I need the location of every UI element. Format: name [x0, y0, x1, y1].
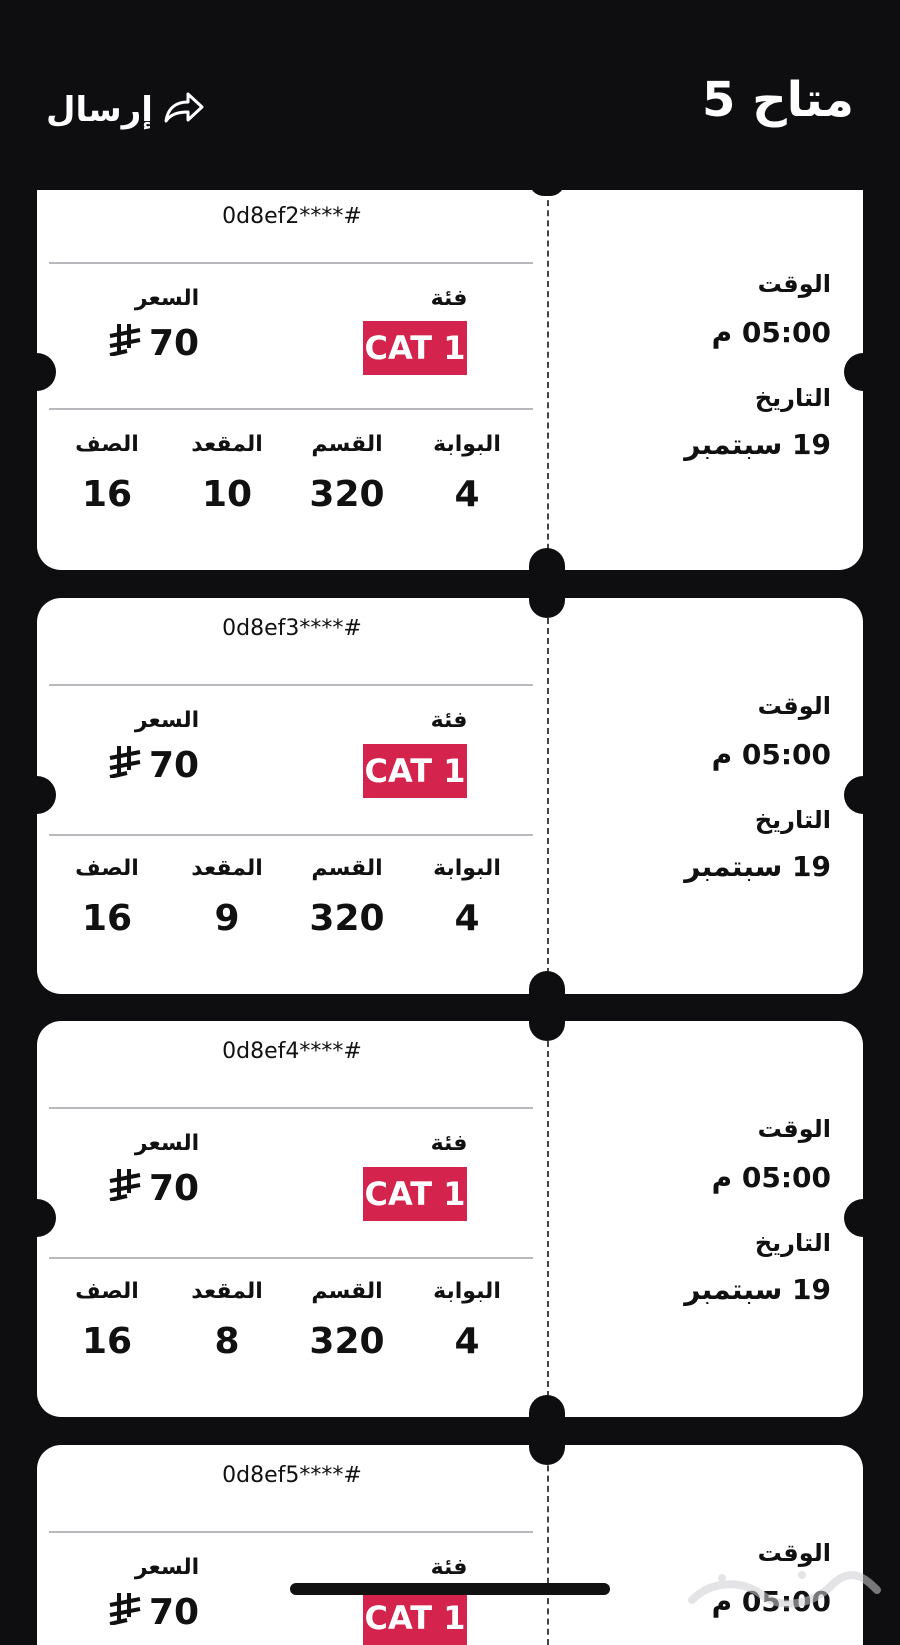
gate-value: 4 [454, 898, 480, 939]
seat-value: 10 [201, 474, 253, 515]
category-label: فئة [430, 708, 468, 733]
divider [49, 1531, 533, 1533]
section-label: القسم [311, 1279, 383, 1304]
home-indicator [290, 1583, 610, 1595]
send-label: إرسال [46, 90, 153, 130]
row-label: الصف [75, 856, 139, 881]
send-button[interactable]: إرسال [46, 84, 205, 136]
date-label: التاريخ [754, 1229, 831, 1257]
ticket-id: 0d8ef2****# [222, 204, 362, 229]
ticket-card[interactable]: 0d8ef3****# فئة السعر CAT 1 70 البوابة ا… [37, 598, 863, 994]
price-value: 70 [107, 322, 199, 365]
perforation-notch [529, 166, 565, 196]
category-badge: CAT 1 [363, 1167, 467, 1221]
row-value: 16 [81, 898, 133, 939]
section-value: 320 [309, 1321, 385, 1362]
row-value: 16 [81, 1321, 133, 1362]
date-label: التاريخ [754, 806, 831, 834]
category-label: فئة [430, 286, 468, 311]
divider [49, 262, 533, 264]
price-label: السعر [134, 708, 200, 733]
ticket-card[interactable]: 0d8ef2****# فئة السعر CAT 1 70 البوابة ا… [37, 190, 863, 570]
seat-value: 8 [214, 1321, 240, 1362]
divider [49, 684, 533, 686]
row-value: 16 [81, 474, 133, 515]
ticket-notch [844, 1199, 882, 1237]
ticket-id: 0d8ef3****# [222, 616, 362, 641]
ticket-notch [18, 353, 56, 391]
riyal-icon [107, 1591, 143, 1634]
divider [49, 834, 533, 836]
date-value: 19 سبتمبر [684, 850, 831, 883]
gate-label: البوابة [433, 432, 501, 457]
riyal-icon [107, 1167, 143, 1210]
ticket-id: 0d8ef5****# [222, 1463, 362, 1488]
perforation-divider [547, 1021, 549, 1417]
perforation-divider [547, 598, 549, 994]
category-badge: CAT 1 [363, 1591, 467, 1645]
section-value: 320 [309, 474, 385, 515]
perforation-notch [529, 1395, 565, 1465]
ticket-card[interactable]: 0d8ef4****# فئة السعر CAT 1 70 البوابة ا… [37, 1021, 863, 1417]
ticket-notch [18, 776, 56, 814]
section-label: القسم [311, 432, 383, 457]
gate-value: 4 [454, 474, 480, 515]
time-value: 05:00 م [711, 316, 831, 349]
watermark-logo [682, 1560, 882, 1615]
date-label: التاريخ [754, 384, 831, 412]
category-badge: CAT 1 [363, 744, 467, 798]
price-value: 70 [107, 744, 199, 787]
ticket-notch [18, 1199, 56, 1237]
category-label: فئة [430, 1555, 468, 1580]
category-badge: CAT 1 [363, 321, 467, 375]
section-value: 320 [309, 898, 385, 939]
gate-label: البوابة [433, 856, 501, 881]
price-value: 70 [107, 1167, 199, 1210]
price-amount: 70 [149, 323, 200, 364]
seat-value: 9 [214, 898, 240, 939]
ticket-id: 0d8ef4****# [222, 1039, 362, 1064]
row-label: الصف [75, 432, 139, 457]
app-header: متاح 5 إرسال [0, 0, 900, 190]
gate-label: البوابة [433, 1279, 501, 1304]
seat-label: المقعد [191, 856, 263, 881]
share-arrow-icon [163, 91, 205, 129]
section-label: القسم [311, 856, 383, 881]
riyal-icon [107, 744, 143, 787]
seat-label: المقعد [191, 1279, 263, 1304]
perforation-divider [547, 1445, 549, 1645]
perforation-notch [529, 971, 565, 1041]
ticket-notch [844, 776, 882, 814]
page-title: متاح 5 [701, 72, 854, 128]
price-amount: 70 [149, 745, 200, 786]
time-label: الوقت [757, 692, 831, 720]
price-label: السعر [134, 1131, 200, 1156]
divider [49, 1257, 533, 1259]
row-label: الصف [75, 1279, 139, 1304]
ticket-notch [844, 353, 882, 391]
date-value: 19 سبتمبر [684, 1273, 831, 1306]
time-value: 05:00 م [711, 738, 831, 771]
riyal-icon [107, 322, 143, 365]
price-amount: 70 [149, 1168, 200, 1209]
gate-value: 4 [454, 1321, 480, 1362]
price-amount: 70 [149, 1592, 200, 1633]
perforation-divider [547, 190, 549, 570]
divider [49, 408, 533, 410]
seat-label: المقعد [191, 432, 263, 457]
price-label: السعر [134, 1555, 200, 1580]
time-label: الوقت [757, 270, 831, 298]
category-label: فئة [430, 1131, 468, 1156]
price-label: السعر [134, 286, 200, 311]
time-label: الوقت [757, 1115, 831, 1143]
price-value: 70 [107, 1591, 199, 1634]
divider [49, 1107, 533, 1109]
time-value: 05:00 م [711, 1161, 831, 1194]
date-value: 19 سبتمبر [684, 428, 831, 461]
perforation-notch [529, 548, 565, 618]
